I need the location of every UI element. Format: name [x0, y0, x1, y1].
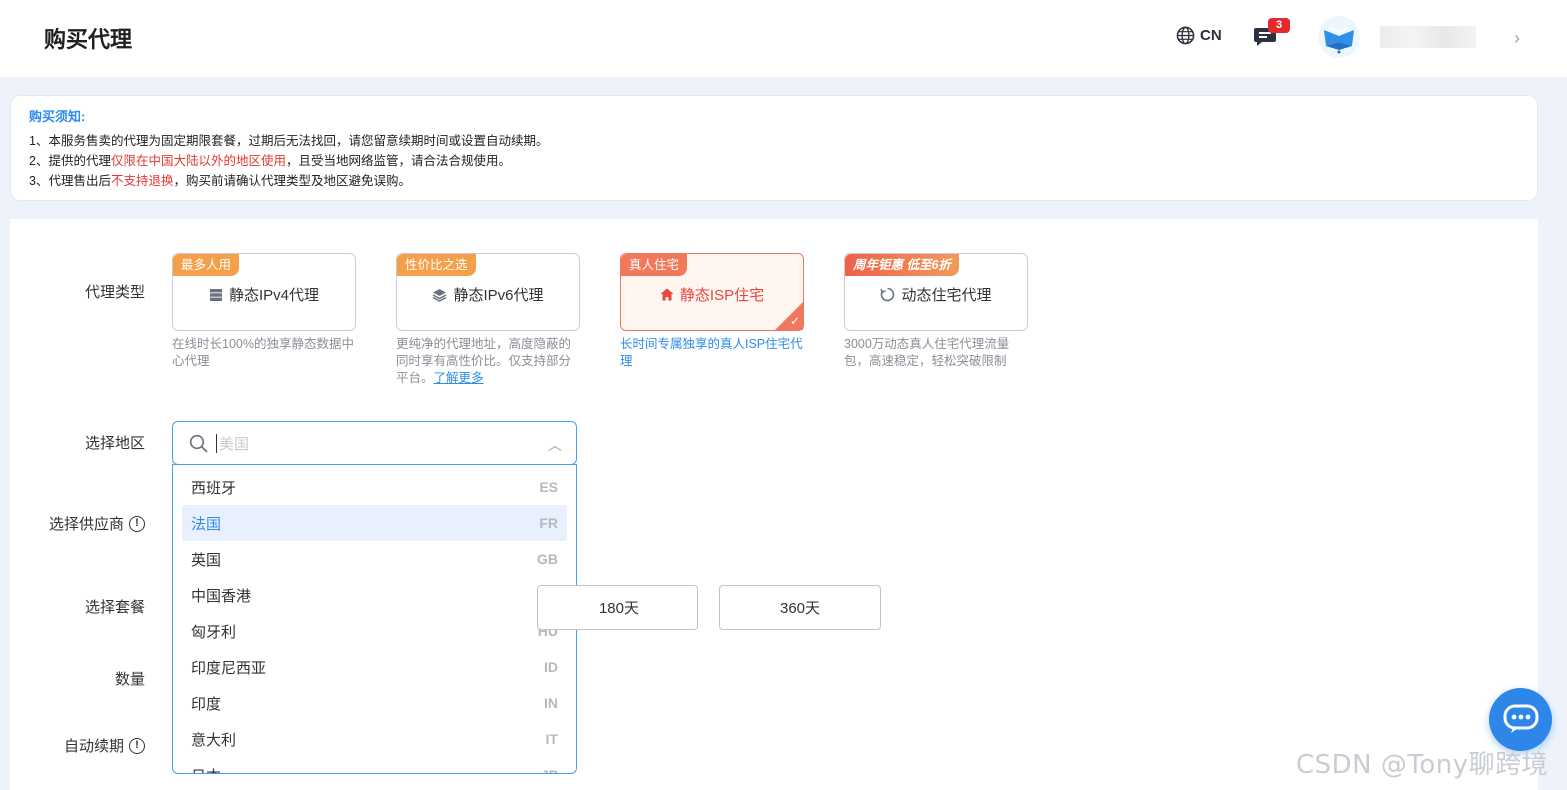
type-description: 3000万动态真人住宅代理流量包，高速稳定，轻松突破限制: [844, 337, 1010, 368]
chat-bubble-icon: [1503, 704, 1539, 733]
notice-warning-text: 不支持退换: [110, 174, 174, 188]
region-option[interactable]: 中国香港HK: [182, 577, 567, 613]
region-option[interactable]: 西班牙 ES: [182, 469, 567, 505]
promo-tag: 周年钜惠 低至6折: [845, 254, 959, 276]
proxy-type-label: 代理类型: [84, 284, 145, 301]
type-name: 静态IPv4代理: [228, 287, 319, 304]
type-tag: 最多人用: [173, 254, 240, 276]
region-option[interactable]: 英国 GB: [182, 541, 567, 577]
region-option[interactable]: 日本JP: [182, 757, 567, 773]
type-description: 长时间专属独享的真人ISP住宅代理: [620, 337, 803, 368]
region-option[interactable]: 印度 IN: [182, 685, 567, 721]
message-count-badge: 3: [1268, 18, 1290, 33]
info-icon[interactable]: !: [129, 515, 145, 532]
region-option[interactable]: 匈牙利 HU: [182, 613, 567, 649]
region-dropdown: 西班牙ES 法国FR 英国GB 中国香港HK 匈牙利HU 印度尼西亚ID 印度I…: [172, 464, 577, 774]
user-avatar-icon: [1324, 27, 1354, 54]
text-cursor: [216, 434, 217, 453]
chevron-up-icon[interactable]: ︿: [548, 435, 562, 455]
region-option[interactable]: 法国 FR: [182, 505, 567, 541]
proxy-type-static-ipv4[interactable]: 最多人用 静态IPv4代理: [172, 253, 356, 331]
notice-line-1: 1、本服务售卖的代理为固定期限套餐，过期后无法找回，请您留意续期时间或设置自动续…: [29, 134, 549, 148]
top-header: 购买代理 CN 3 ›: [0, 0, 1567, 77]
learn-more-link[interactable]: 了解更多: [434, 371, 484, 385]
region-search-input[interactable]: [219, 432, 519, 456]
auto-renew-label: 自动续期!: [5, 735, 145, 756]
home-icon: [660, 288, 674, 301]
proxy-type-dynamic-residential[interactable]: 周年钜惠 低至6折 动态住宅代理: [844, 253, 1028, 331]
package-button-180[interactable]: 180天: [537, 585, 698, 630]
info-icon[interactable]: !: [129, 737, 145, 754]
notice-line-2: 2、提供的代理仅限在中国大陆以外的地区使用，且受当地网络监管，请合法合规使用。: [29, 154, 511, 168]
notice-warning-text: 仅限在中国大陆以外的地区使用: [110, 154, 286, 168]
search-icon: [189, 434, 208, 453]
purchase-notice: 购买须知: 1、本服务售卖的代理为固定期限套餐，过期后无法找回，请您留意续期时间…: [10, 95, 1538, 201]
region-option[interactable]: 印度尼西亚 ID: [182, 649, 567, 685]
type-name: 静态ISP住宅: [679, 287, 765, 304]
notice-line-3: 3、代理售出后不支持退换，购买前请确认代理类型及地区避免误购。: [29, 174, 411, 188]
package-label: 选择套餐: [84, 599, 145, 616]
type-description: 更纯净的代理地址，高度隐蔽的同时享有高性价比。仅支持部分平台。了解更多: [396, 337, 572, 385]
quantity-label: 数量: [114, 671, 145, 688]
type-name: 动态住宅代理: [901, 287, 992, 304]
avatar[interactable]: [1318, 16, 1360, 58]
check-icon: ✓: [789, 314, 800, 328]
provider-label: 选择供应商!: [5, 513, 145, 534]
language-label: CN: [1200, 27, 1222, 44]
region-select[interactable]: ︿: [172, 421, 577, 465]
language-switcher[interactable]: CN: [1176, 26, 1222, 45]
support-chat-button[interactable]: [1489, 688, 1552, 751]
refresh-icon: [880, 287, 895, 302]
type-name: 静态IPv6代理: [453, 287, 544, 304]
region-label: 选择地区: [84, 435, 145, 452]
username-blurred: [1380, 26, 1476, 48]
server-icon: [209, 288, 222, 301]
page-title: 购买代理: [44, 27, 133, 52]
chevron-right-icon[interactable]: ›: [1514, 28, 1520, 49]
region-option[interactable]: 意大利 IT: [182, 721, 567, 757]
globe-icon: [1176, 26, 1195, 45]
watermark-text: CSDN @Tony聊跨境: [1296, 750, 1549, 780]
package-button-360[interactable]: 360天: [719, 585, 881, 630]
layers-icon: [433, 288, 447, 302]
type-tag: 性价比之选: [397, 254, 476, 276]
proxy-type-static-ipv6[interactable]: 性价比之选 静态IPv6代理: [396, 253, 580, 331]
notice-title: 购买须知:: [29, 109, 86, 124]
proxy-type-static-isp[interactable]: 真人住宅 静态ISP住宅 ✓: [620, 253, 804, 331]
type-description: 在线时长100%的独享静态数据中心代理: [172, 337, 354, 368]
type-tag: 真人住宅: [621, 254, 688, 276]
